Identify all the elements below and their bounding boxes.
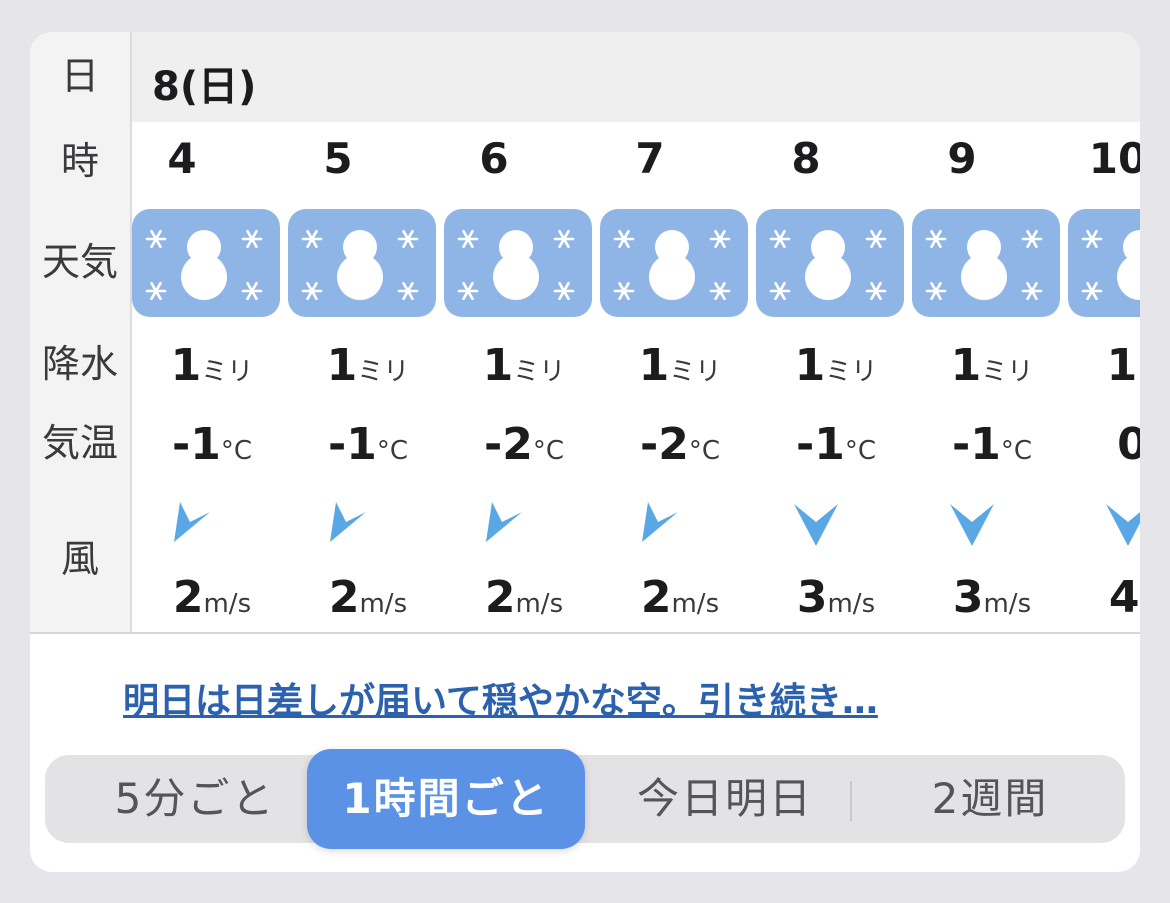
wind-direction-arrow-icon (942, 496, 1002, 556)
wind-direction-arrow-icon (630, 496, 690, 556)
precip-value: 1ミリ (1106, 340, 1140, 391)
wind-speed-value: 4m/s (1108, 572, 1140, 623)
row-label-date: 日 (60, 54, 99, 98)
wind-speed-value: 2m/s (172, 572, 252, 623)
hour-label: 6 (479, 134, 509, 183)
snow-icon (1068, 209, 1140, 317)
divider (30, 632, 1140, 634)
wind-direction-arrow-icon (1098, 496, 1140, 556)
row-label-hour: 時 (60, 139, 99, 183)
row-label-weather: 天気 (41, 240, 118, 284)
precip-value: 1ミリ (794, 340, 878, 391)
temperature-value: -1°C (951, 419, 1033, 470)
hour-label: 8 (791, 134, 821, 183)
forecast-summary-link[interactable]: 明日は日差しが届いて穏やかな空。引き続き… (123, 672, 878, 724)
wind-direction-arrow-icon (162, 496, 222, 556)
hour-column: 8 1ミリ -1°C 3m/s (756, 122, 906, 632)
tab-today-tomorrow[interactable]: 今日明日 (605, 755, 845, 843)
forecast-card: 日 時 天気 降水 気温 風 8(日) 4 1ミリ -1°C 2m/s 5 1ミリ -1°C… (30, 32, 1140, 872)
snow-icon (444, 209, 592, 317)
tab-2weeks[interactable]: 2週間 (865, 755, 1115, 843)
hourly-scroll-area[interactable]: 4 1ミリ -1°C 2m/s 5 1ミリ -1°C 2m/s 6 1ミリ -2°C 2m/s 7 1ミリ… (132, 122, 1140, 632)
hour-column: 10 1ミリ 0°C 4m/s (1068, 122, 1140, 632)
date-header: 8(日) (132, 32, 1140, 122)
wind-direction-arrow-icon (474, 496, 534, 556)
hour-label: 10 (1088, 134, 1140, 183)
hour-label: 4 (167, 134, 197, 183)
row-label-column: 日 時 天気 降水 気温 風 (30, 32, 132, 632)
tab-hourly[interactable]: 1時間ごと (307, 749, 585, 849)
wind-speed-value: 3m/s (796, 572, 876, 623)
temperature-value: -2°C (639, 419, 721, 470)
hour-column: 6 1ミリ -2°C 2m/s (444, 122, 594, 632)
hour-label: 5 (323, 134, 353, 183)
snow-icon (912, 209, 1060, 317)
row-label-precip: 降水 (41, 342, 118, 386)
precip-value: 1ミリ (326, 340, 410, 391)
precip-value: 1ミリ (638, 340, 722, 391)
tab-divider (850, 781, 852, 821)
row-label-wind: 風 (60, 537, 99, 581)
hour-label: 7 (635, 134, 665, 183)
temperature-value: 0°C (1117, 419, 1140, 470)
wind-speed-value: 2m/s (640, 572, 720, 623)
precip-value: 1ミリ (950, 340, 1034, 391)
date-label: 8(日) (152, 64, 257, 110)
wind-speed-value: 2m/s (484, 572, 564, 623)
hour-column: 4 1ミリ -1°C 2m/s (132, 122, 282, 632)
temperature-value: -1°C (171, 419, 253, 470)
snow-icon (132, 209, 280, 317)
hour-column: 7 1ミリ -2°C 2m/s (600, 122, 750, 632)
wind-direction-arrow-icon (786, 496, 846, 556)
temperature-value: -2°C (483, 419, 565, 470)
snow-icon (600, 209, 748, 317)
wind-speed-value: 3m/s (952, 572, 1032, 623)
temperature-value: -1°C (327, 419, 409, 470)
snow-icon (756, 209, 904, 317)
wind-direction-arrow-icon (318, 496, 378, 556)
precip-value: 1ミリ (482, 340, 566, 391)
temperature-value: -1°C (795, 419, 877, 470)
snow-icon (288, 209, 436, 317)
hour-column: 9 1ミリ -1°C 3m/s (912, 122, 1062, 632)
wind-speed-value: 2m/s (328, 572, 408, 623)
precip-value: 1ミリ (170, 340, 254, 391)
interval-tabs: 5分ごと 1時間ごと 今日明日 2週間 (45, 749, 1125, 849)
hour-column: 5 1ミリ -1°C 2m/s (288, 122, 438, 632)
hour-label: 9 (947, 134, 977, 183)
row-label-temp: 気温 (41, 421, 118, 465)
tab-5min[interactable]: 5分ごと (75, 755, 315, 843)
